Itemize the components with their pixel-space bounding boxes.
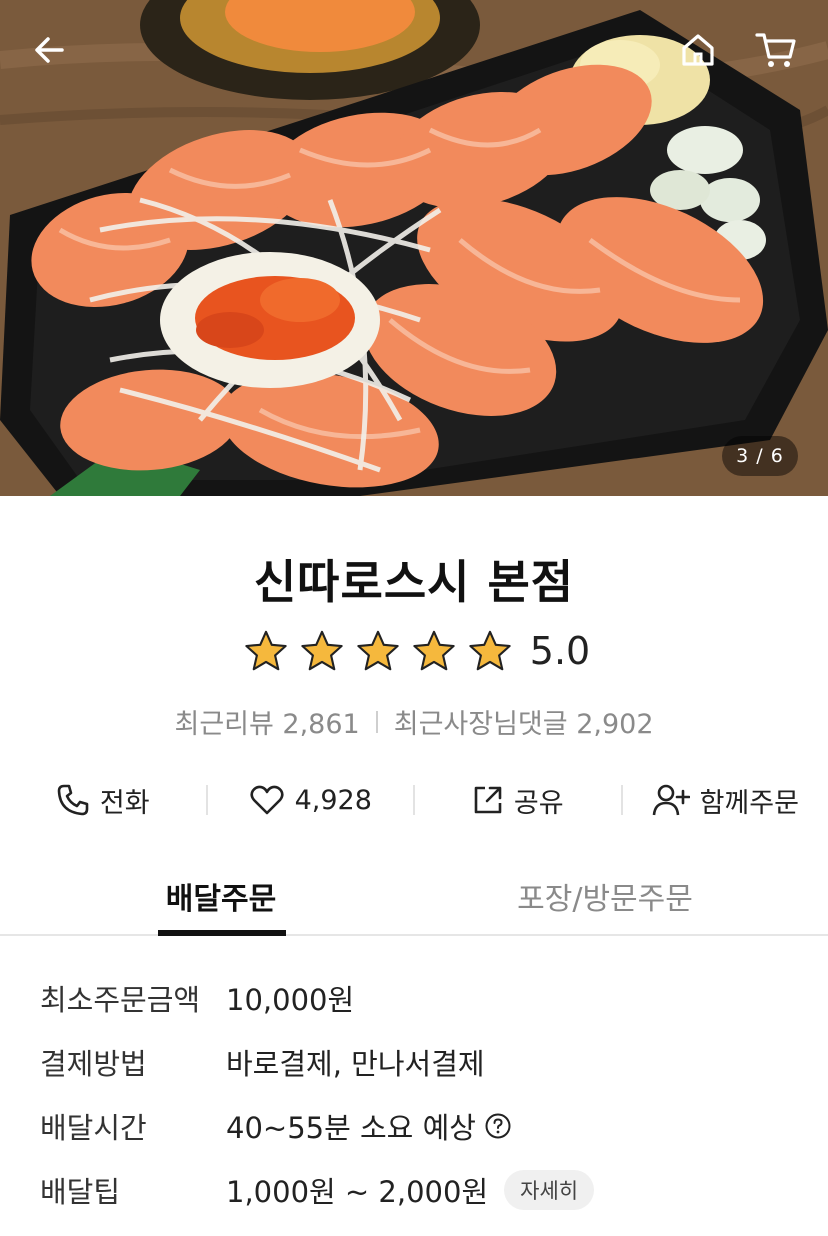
- delivery-tip-label: 배달팁: [40, 1175, 121, 1209]
- delivery-tip-detail-button[interactable]: 자세히: [504, 1170, 595, 1210]
- star-icon: [301, 630, 343, 671]
- favorite-button[interactable]: 4,928: [208, 774, 414, 826]
- hero-photo[interactable]: 3 / 6: [0, 0, 828, 496]
- heart-icon: [250, 785, 284, 815]
- payment-row: 결제방법 바로결제, 만나서결제: [40, 1040, 485, 1084]
- divider: [375, 710, 378, 733]
- order-type-tabs: 배달주문 포장/방문주문: [0, 858, 828, 936]
- help-icon[interactable]: [484, 1112, 512, 1140]
- group-order-button[interactable]: 함께주문: [623, 774, 828, 826]
- tab-delivery-order[interactable]: 배달주문: [120, 858, 322, 936]
- favorite-count: 4,928: [294, 784, 372, 816]
- tab-pickup-order[interactable]: 포장/방문주문: [470, 858, 740, 934]
- star-icon: [245, 630, 287, 671]
- action-bar: 전화 4,928 공유 함께주문: [0, 774, 828, 826]
- delivery-time-row: 배달시간 40~55분 소요 예상: [40, 1104, 512, 1148]
- min-order-label: 최소주문금액: [40, 983, 201, 1017]
- star-icon: [413, 630, 455, 671]
- min-order-value: 10,000원: [226, 983, 355, 1017]
- rating-row: 5.0: [0, 628, 828, 674]
- recent-reviews-link[interactable]: 최근리뷰 2,861: [174, 702, 359, 741]
- delivery-time-label: 배달시간: [40, 1111, 147, 1145]
- store-name: 신따로스시 본점: [253, 555, 575, 609]
- call-label: 전화: [99, 787, 150, 819]
- delivery-tip-row: 배달팁 1,000원 ~ 2,000원 자세히: [40, 1168, 595, 1212]
- phone-icon: [57, 784, 89, 816]
- delivery-time-value-wrap: 40~55분 소요 예상: [226, 1105, 512, 1147]
- home-icon: [682, 34, 714, 66]
- cart-icon: [755, 33, 796, 67]
- delivery-tip-value-wrap: 1,000원 ~ 2,000원 자세히: [226, 1169, 595, 1211]
- arrow-left-icon: [35, 37, 64, 63]
- call-button[interactable]: 전화: [0, 774, 206, 826]
- home-button[interactable]: [670, 22, 726, 78]
- rating-value: 5.0: [529, 629, 591, 673]
- delivery-tip-value: 1,000원 ~ 2,000원: [226, 1175, 489, 1209]
- image-counter: 3 / 6: [722, 436, 798, 476]
- share-icon: [474, 786, 502, 814]
- payment-value: 바로결제, 만나서결제: [226, 1047, 485, 1081]
- star-icon: [469, 630, 511, 671]
- star-icon: [357, 630, 399, 671]
- share-button[interactable]: 공유: [415, 774, 621, 826]
- cart-button[interactable]: [748, 22, 804, 78]
- delivery-time-value: 40~55분 소요 예상: [226, 1111, 476, 1145]
- payment-label: 결제방법: [40, 1047, 147, 1081]
- group-order-label: 함께주문: [699, 787, 799, 819]
- share-label: 공유: [513, 787, 564, 819]
- recent-owner-replies-link[interactable]: 최근사장님댓글 2,902: [394, 702, 654, 741]
- add-person-icon: [652, 784, 690, 816]
- review-summary: 최근리뷰 2,861 최근사장님댓글 2,902: [0, 702, 828, 741]
- back-button[interactable]: [22, 22, 78, 78]
- min-order-row: 최소주문금액 10,000원: [40, 976, 354, 1020]
